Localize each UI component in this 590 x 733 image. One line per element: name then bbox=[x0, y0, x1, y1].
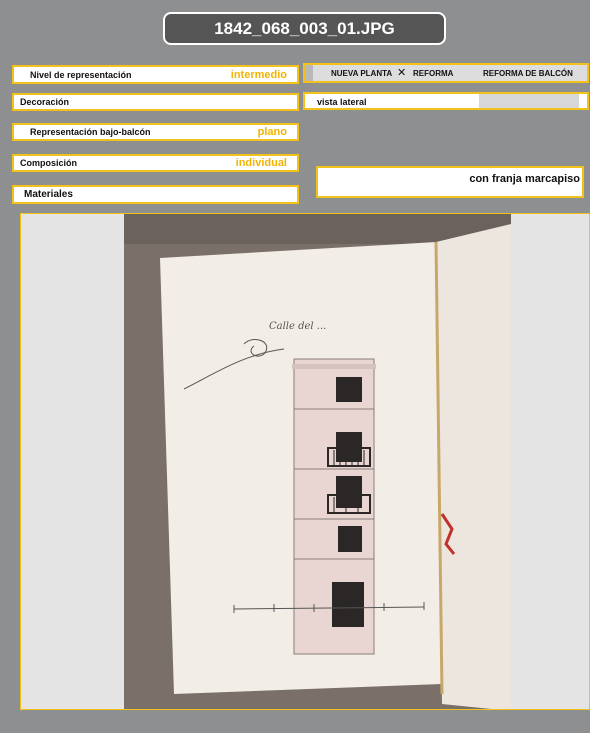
vista-bar[interactable]: vista lateral bbox=[303, 92, 589, 110]
nivel-label: Nivel de representación bbox=[30, 69, 132, 80]
nivel-field[interactable]: Nivel de representación intermedio bbox=[12, 65, 299, 84]
bajo-balcon-label: Representación bajo-balcón bbox=[30, 127, 151, 137]
nivel-value: intermedio bbox=[230, 68, 287, 81]
composicion-label: Composición bbox=[20, 158, 78, 168]
file-title: 1842_068_003_01.JPG bbox=[163, 12, 446, 45]
materiales-field[interactable]: Materiales bbox=[12, 185, 299, 204]
image-frame: Calle del ... bbox=[20, 213, 590, 710]
decoracion-field[interactable]: Decoración bbox=[12, 93, 299, 111]
composicion-field[interactable]: Composición individual bbox=[12, 154, 299, 172]
composicion-value: individual bbox=[235, 157, 287, 169]
bar-cap bbox=[305, 65, 313, 81]
svg-text:Calle del ...: Calle del ... bbox=[269, 321, 326, 332]
reforma-balcon-option[interactable]: REFORMA DE BALCÓN bbox=[483, 69, 573, 78]
marcapiso-box[interactable]: con franja marcapiso bbox=[316, 166, 584, 198]
decoracion-label: Decoración bbox=[20, 97, 70, 107]
marcapiso-label: con franja marcapiso bbox=[469, 173, 580, 185]
vista-shade bbox=[479, 94, 579, 108]
tipo-obra-bar[interactable]: NUEVA PLANTA ✕ REFORMA REFORMA DE BALCÓN bbox=[303, 63, 589, 83]
bajo-balcon-field[interactable]: Representación bajo-balcón plano bbox=[12, 123, 299, 141]
nueva-planta-option[interactable]: NUEVA PLANTA bbox=[331, 69, 392, 78]
bajo-balcon-value: plano bbox=[257, 126, 287, 138]
materiales-label: Materiales bbox=[24, 189, 73, 200]
facade-drawing-photo: Calle del ... bbox=[124, 214, 511, 709]
selected-mark-icon: ✕ bbox=[397, 67, 407, 79]
vista-label: vista lateral bbox=[317, 97, 367, 107]
reforma-option[interactable]: REFORMA bbox=[413, 69, 453, 78]
